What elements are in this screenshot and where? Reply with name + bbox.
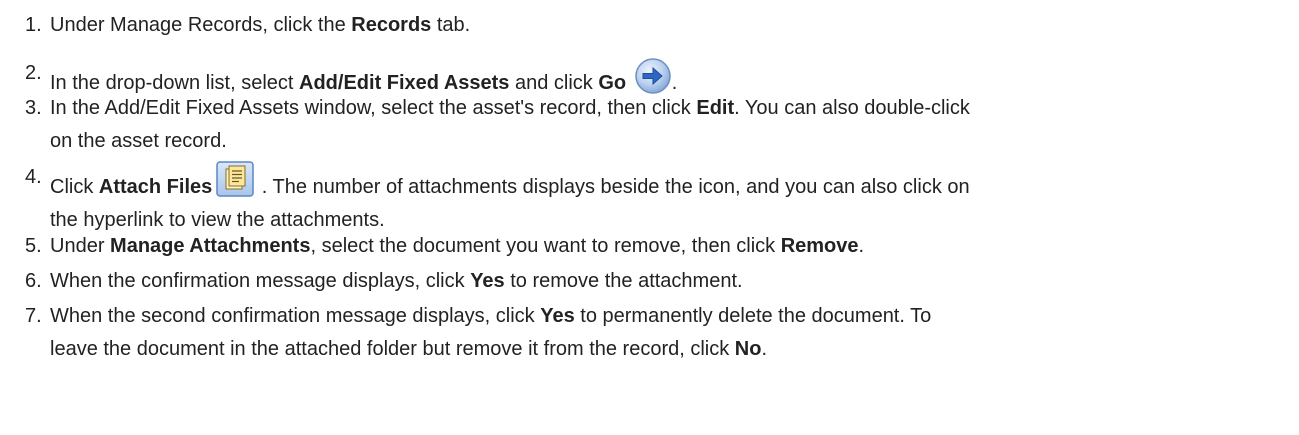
text-run: the hyperlink to view the attachments. bbox=[50, 209, 385, 231]
step-number: 3. bbox=[25, 97, 42, 119]
text-run: In the Add/Edit Fixed Assets window, sel… bbox=[50, 97, 697, 119]
text-run bbox=[626, 72, 632, 94]
bold-term: Yes bbox=[470, 270, 505, 292]
step-3: 3. In the Add/Edit Fixed Assets window, … bbox=[0, 92, 1290, 158]
step-4: 4. Click Attach Files . The number of at… bbox=[0, 161, 1290, 237]
bold-term: Records bbox=[351, 14, 432, 36]
text-run: . bbox=[858, 235, 865, 257]
text-run: Under Manage Records, click the bbox=[50, 14, 352, 36]
step-7: 7. When the second confirmation message … bbox=[0, 300, 1290, 366]
text-run: . bbox=[671, 72, 678, 94]
bold-term: Remove bbox=[780, 235, 859, 257]
text-run: , select the document you want to remove… bbox=[310, 235, 781, 257]
step-text: Click Attach Files . The number of attac… bbox=[0, 161, 1290, 237]
go-arrow-icon bbox=[634, 58, 671, 94]
text-run: to permanently delete the document. To bbox=[574, 305, 932, 327]
text-run: to remove the attachment. bbox=[504, 270, 743, 292]
step-text: When the confirmation message displays, … bbox=[0, 265, 1290, 298]
bold-term: No bbox=[734, 338, 762, 360]
step-number: 6. bbox=[25, 270, 42, 292]
step-text: When the second confirmation message dis… bbox=[0, 300, 1290, 366]
bold-term: Go bbox=[598, 72, 627, 94]
bold-term: Add/Edit Fixed Assets bbox=[299, 72, 510, 94]
step-text: Under Manage Records, click the Records … bbox=[0, 9, 1290, 42]
text-run: In the drop-down list, select bbox=[50, 72, 300, 94]
text-run: and click bbox=[509, 72, 599, 94]
bold-term: Manage Attachments bbox=[110, 235, 311, 257]
step-5: 5. Under Manage Attachments, select the … bbox=[0, 230, 1290, 263]
text-run: Under bbox=[50, 235, 111, 257]
text-run: leave the document in the attached folde… bbox=[50, 338, 735, 360]
text-run: . bbox=[761, 338, 768, 360]
step-number: 1. bbox=[25, 14, 42, 36]
text-run: tab. bbox=[431, 14, 471, 36]
text-run: . The number of attachments displays bes… bbox=[256, 176, 970, 198]
step-text: In the Add/Edit Fixed Assets window, sel… bbox=[0, 92, 1290, 158]
step-6: 6. When the confirmation message display… bbox=[0, 265, 1290, 298]
text-run: When the second confirmation message dis… bbox=[50, 305, 541, 327]
step-number: 7. bbox=[25, 305, 42, 327]
step-number: 5. bbox=[25, 235, 42, 257]
attach-files-icon bbox=[216, 161, 254, 197]
bold-term: Edit bbox=[696, 97, 735, 119]
step-number: 2. bbox=[25, 62, 42, 84]
bold-term: Attach Files bbox=[98, 176, 213, 198]
step-1: 1. Under Manage Records, click the Recor… bbox=[0, 9, 1290, 42]
step-text: Under Manage Attachments, select the doc… bbox=[0, 230, 1290, 263]
text-run: on the asset record. bbox=[50, 130, 227, 152]
text-run: When the confirmation message displays, … bbox=[50, 270, 471, 292]
bold-term: Yes bbox=[540, 305, 575, 327]
text-run: . You can also double-click bbox=[734, 97, 970, 119]
step-number: 4. bbox=[25, 166, 42, 188]
text-run: Click bbox=[50, 176, 99, 198]
